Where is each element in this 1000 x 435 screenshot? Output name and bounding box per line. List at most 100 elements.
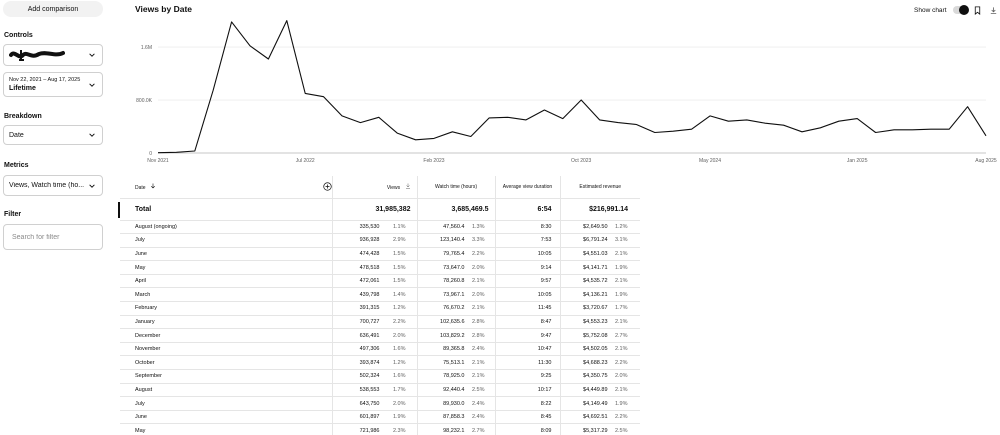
table-row[interactable]: October 393,874 1.2% 75,513.1 2.1% 11:30 $4,68… [120, 355, 640, 371]
table-row[interactable]: September 502,324 1.6% 78,925.0 2.1% 9:25 $4,3… [120, 369, 640, 384]
row-watch-time: 76,670.2 [443, 305, 465, 312]
row-revenue: $4,149.49 [583, 400, 608, 407]
date-header-label: Date [135, 184, 146, 191]
table-row[interactable]: March 439,798 1.4% 73,967.1 2.0% 10:05 $4,136.… [120, 287, 640, 303]
row-views: 391,315 [359, 305, 380, 312]
table-header-row: Date Views Watch time (hours) Average vi… [120, 176, 640, 199]
table-row[interactable]: April 472,061 1.5% 78,260.8 2.1% 9:57 $4,535.7… [120, 274, 640, 289]
total-revenue: $216,991.14 [559, 198, 640, 221]
watch-time-column-header[interactable]: Watch time (hours) [416, 176, 495, 199]
date-column-header[interactable]: Date [120, 176, 332, 199]
row-revenue-cell: $5,752.08 2.7% [559, 328, 640, 343]
row-views-pct: 1.5% [392, 264, 406, 271]
row-watch-time: 92,440.4 [443, 386, 465, 393]
add-comparison-button[interactable]: Add comparison [3, 1, 103, 17]
row-revenue-cell: $4,136.21 1.9% [559, 287, 640, 303]
row-watch-pct: 2.1% [471, 359, 485, 366]
table-row[interactable]: August (ongoing) 335,530 1.1% 47,560.4 1.3% 8… [120, 220, 640, 235]
row-watch-pct: 2.4% [471, 346, 485, 353]
add-metric-icon[interactable] [323, 182, 332, 191]
row-revenue: $4,553.23 [583, 318, 608, 325]
channel-select[interactable] [3, 44, 103, 66]
avg-duration-column-header[interactable]: Average view duration [494, 176, 560, 199]
row-watch-cell: 102,635.6 2.8% [416, 315, 495, 330]
row-views: 472,061 [359, 278, 380, 285]
metrics-select[interactable]: Views, Watch time (ho... [3, 175, 103, 196]
row-revenue-pct: 2.7% [614, 332, 628, 339]
total-row: Total 31,985,382 3,685,469.5 6:54 $216,9… [118, 198, 640, 221]
x-tick-label: Feb 2023 [423, 158, 444, 164]
row-watch-time: 98,232.1 [443, 427, 465, 434]
row-views: 335,530 [359, 223, 380, 230]
row-date: January [120, 315, 332, 330]
table-row[interactable]: June 601,897 1.9% 87,858.3 2.4% 8:45 $4,692.51… [120, 410, 640, 425]
row-views-cell: 721,986 2.3% [331, 423, 417, 435]
x-tick-label: Aug 2025 [975, 158, 997, 164]
row-views-pct: 2.2% [392, 318, 406, 325]
x-tick-label: Nov 2021 [147, 158, 169, 164]
table-row[interactable]: August 538,553 1.7% 92,440.4 2.5% 10:17 $4,449… [120, 383, 640, 398]
row-avg-duration: 8:30 [494, 220, 560, 235]
table-row[interactable]: January 700,727 2.2% 102,635.6 2.8% 8:47 $4,55… [120, 315, 640, 330]
breakdown-select[interactable]: Date [3, 125, 103, 145]
row-watch-cell: 75,513.1 2.1% [416, 355, 495, 371]
table-row[interactable]: May 478,518 1.5% 73,647.0 2.0% 9:14 $4,141.71 1… [120, 260, 640, 275]
revenue-column-header[interactable]: Estimated revenue [559, 176, 640, 199]
chevron-down-icon [89, 82, 95, 87]
views-line-chart: 0 800.0K 1.6M Nov 2021 Jul 2022 Feb 2023 Oct 2… [136, 20, 997, 164]
row-revenue: $4,535.72 [583, 278, 608, 285]
row-revenue: $4,688.23 [583, 359, 608, 366]
table-row[interactable]: June 474,428 1.5% 79,765.4 2.2% 10:05 $4,551.0… [120, 247, 640, 262]
row-views: 497,306 [359, 346, 380, 353]
row-watch-cell: 73,967.1 2.0% [416, 287, 495, 303]
row-views-pct: 1.6% [392, 346, 406, 353]
metrics-value: Views, Watch time (ho... [9, 182, 85, 189]
row-watch-pct: 2.0% [471, 291, 485, 298]
row-views-cell: 700,727 2.2% [331, 315, 417, 330]
row-watch-cell: 92,440.4 2.5% [416, 383, 495, 398]
views-column-header[interactable]: Views [331, 176, 417, 199]
row-date: May [120, 423, 332, 435]
row-revenue-pct: 2.1% [614, 250, 628, 257]
row-avg-duration: 8:47 [494, 315, 560, 330]
row-revenue: $2,649.50 [583, 223, 608, 230]
row-watch-time: 47,560.4 [443, 223, 465, 230]
row-revenue-cell: $4,688.23 2.2% [559, 355, 640, 371]
table-row[interactable]: November 497,306 1.6% 89,365.8 2.4% 10:47 $4,5… [120, 342, 640, 357]
row-views-pct: 2.0% [392, 332, 406, 339]
table-row[interactable]: February 391,315 1.2% 76,670.2 2.1% 11:45 $3,7… [120, 301, 640, 316]
selected-row-indicator [118, 201, 120, 218]
row-date: August (ongoing) [120, 220, 332, 235]
breakdown-value: Date [9, 131, 24, 139]
table-row[interactable]: July 643,750 2.0% 89,930.0 2.4% 8:22 $4,149.49… [120, 396, 640, 411]
row-revenue: $5,752.08 [583, 332, 608, 339]
row-revenue-cell: $4,141.71 1.9% [559, 260, 640, 275]
filter-search-input[interactable] [3, 224, 103, 250]
row-date: August [120, 383, 332, 398]
row-watch-pct: 2.1% [471, 305, 485, 312]
row-avg-duration: 10:17 [494, 383, 560, 398]
row-views-pct: 1.5% [392, 250, 406, 257]
table-row[interactable]: December 636,491 2.0% 103,829.2 2.8% 9:47 $5,7… [120, 328, 640, 343]
row-watch-cell: 103,829.2 2.8% [416, 328, 495, 343]
row-revenue: $4,350.75 [583, 373, 608, 380]
row-watch-pct: 2.5% [471, 386, 485, 393]
row-views: 700,727 [359, 318, 380, 325]
y-tick-label: 1.6M [141, 45, 152, 51]
filter-label: Filter [4, 211, 22, 218]
row-watch-cell: 76,670.2 2.1% [416, 301, 495, 316]
row-revenue-pct: 2.5% [614, 427, 628, 434]
row-views-pct: 2.0% [392, 400, 406, 407]
row-watch-time: 123,140.4 [440, 237, 465, 244]
row-revenue-pct: 2.2% [614, 414, 628, 421]
row-views-pct: 1.2% [392, 305, 406, 312]
row-watch-time: 73,647.0 [443, 264, 465, 271]
row-revenue-cell: $4,449.89 2.1% [559, 383, 640, 398]
date-range-select[interactable]: Nov 22, 2021 – Aug 17, 2025 Lifetime [3, 72, 103, 97]
table-row[interactable]: July 936,928 2.9% 123,140.4 3.3% 7:53 $6,791.2… [120, 233, 640, 248]
row-views-cell: 391,315 1.2% [331, 301, 417, 316]
row-views-pct: 1.2% [392, 359, 406, 366]
table-row[interactable]: May 721,986 2.3% 98,232.1 2.7% 8:09 $5,317.29 2… [120, 423, 640, 435]
total-avg-duration: 6:54 [494, 198, 560, 221]
row-views-cell: 643,750 2.0% [331, 396, 417, 411]
